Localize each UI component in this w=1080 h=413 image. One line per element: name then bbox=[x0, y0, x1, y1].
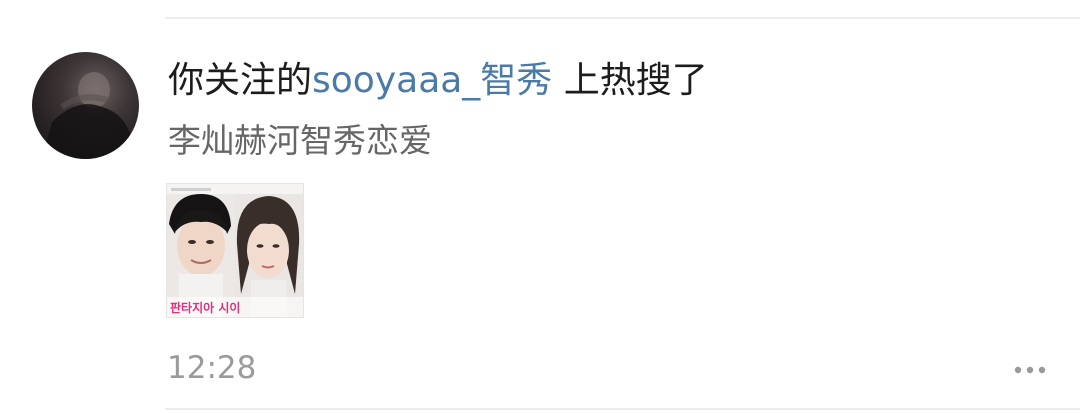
thumbnail-label: 판타지아 시이 bbox=[170, 300, 240, 315]
title-suffix: 上热搜了 bbox=[563, 60, 708, 101]
more-horizontal-icon bbox=[1014, 366, 1046, 374]
title-gap bbox=[552, 60, 563, 101]
avatar[interactable] bbox=[32, 52, 139, 159]
notification-title: 你关注的sooyaaa_智秀 上热搜了 bbox=[168, 57, 708, 105]
bottom-divider bbox=[165, 408, 1080, 410]
title-prefix: 你关注的 bbox=[168, 60, 313, 101]
post-thumbnail[interactable]: 판타지아 시이 bbox=[166, 183, 304, 318]
top-divider bbox=[165, 17, 1080, 19]
more-options-button[interactable] bbox=[1010, 358, 1050, 382]
timestamp: 12:28 bbox=[167, 350, 257, 386]
avatar-image bbox=[42, 72, 132, 159]
thumbnail-image: 판타지아 시이 bbox=[167, 184, 303, 317]
trending-topic[interactable]: 李灿赫河智秀恋爱 bbox=[168, 118, 432, 164]
user-link[interactable]: sooyaaa_智秀 bbox=[312, 60, 552, 101]
